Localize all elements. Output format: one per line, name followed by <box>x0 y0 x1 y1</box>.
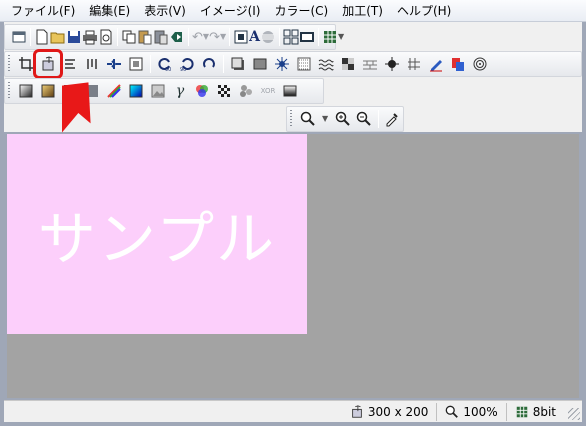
paste-new-icon[interactable] <box>153 26 169 48</box>
menu-file[interactable]: ファイル(F) <box>4 0 82 22</box>
toolbar-grip[interactable] <box>290 110 294 128</box>
color-toolbar: γ XOR <box>4 78 324 104</box>
redo-dropdown-icon[interactable]: ▼ <box>220 26 226 48</box>
zoom-icon[interactable] <box>297 108 318 130</box>
status-zoom: 100% <box>436 402 505 421</box>
image-size-value: 300 x 200 <box>367 404 429 419</box>
sample-image-text: サンプル <box>37 205 277 273</box>
separator <box>229 28 231 46</box>
xor-icon[interactable]: XOR <box>257 80 279 102</box>
svg-text:90: 90 <box>165 67 171 72</box>
starburst-icon[interactable] <box>271 53 293 75</box>
rotate-icon[interactable] <box>198 53 220 75</box>
print-icon[interactable] <box>82 26 98 48</box>
status-color-depth: 8bit <box>505 402 564 421</box>
filter-icon[interactable] <box>403 53 425 75</box>
sample-image: サンプル <box>7 134 307 334</box>
menu-color[interactable]: カラー(C) <box>267 0 335 22</box>
checker-icon[interactable] <box>213 80 235 102</box>
color-replace-icon[interactable] <box>447 53 469 75</box>
separator <box>318 28 319 46</box>
brick-icon[interactable] <box>359 53 381 75</box>
dots-icon[interactable] <box>235 80 257 102</box>
resize-icon <box>350 404 364 419</box>
menu-bar: ファイル(F) 編集(E) 表示(V) イメージ(I) カラー(C) 加工(T)… <box>0 0 586 22</box>
zoom-in-icon[interactable] <box>332 108 353 130</box>
gradient-bar-icon[interactable] <box>279 80 301 102</box>
capture-icon[interactable] <box>169 26 185 48</box>
undo-icon[interactable]: ↶ <box>192 26 203 48</box>
grid-layout-icon[interactable] <box>283 26 299 48</box>
separator <box>223 55 224 73</box>
paste-icon[interactable] <box>137 26 153 48</box>
status-bar: 300 x 200 100% 8bit <box>4 400 582 422</box>
merge-icon[interactable] <box>103 53 125 75</box>
redo-icon[interactable]: ↷ <box>209 26 220 48</box>
lines-icon[interactable] <box>260 26 276 48</box>
separator <box>30 28 31 46</box>
flip-horizontal-icon[interactable] <box>59 53 81 75</box>
color-depth-value: 8bit <box>532 404 556 419</box>
save-icon[interactable] <box>66 26 82 48</box>
zoom-out-icon[interactable] <box>353 108 374 130</box>
shadow-icon[interactable] <box>227 53 249 75</box>
menu-image[interactable]: イメージ(I) <box>193 0 268 22</box>
palette-grid-icon[interactable] <box>322 26 338 48</box>
toolbar-grip[interactable] <box>8 82 12 100</box>
palette-grid-icon <box>515 405 529 419</box>
menu-edit[interactable]: 編集(E) <box>82 0 137 22</box>
standard-toolbar: ↶ ▼ ↷ ▼ A ▼ <box>4 24 344 50</box>
rotate-right-90-icon[interactable]: 90 <box>176 53 198 75</box>
zoom-icon <box>445 405 459 419</box>
copy-icon[interactable] <box>121 26 137 48</box>
zoom-toolbar: ▼ <box>286 106 404 132</box>
separator <box>117 28 118 46</box>
open-folder-icon[interactable] <box>50 26 66 48</box>
frame-icon[interactable] <box>125 53 147 75</box>
zoom-value: 100% <box>463 404 498 419</box>
noise-icon[interactable] <box>293 53 315 75</box>
separator <box>188 28 189 46</box>
palette-dropdown-icon[interactable]: ▼ <box>338 26 344 48</box>
wave-icon[interactable] <box>315 53 337 75</box>
status-image-size: 300 x 200 <box>342 403 437 421</box>
svg-text:90: 90 <box>180 67 186 72</box>
color-wheel-icon[interactable] <box>191 80 213 102</box>
xor-label: XOR <box>260 86 276 95</box>
new-file-icon[interactable] <box>34 26 50 48</box>
gradient-sepia-icon[interactable] <box>37 80 59 102</box>
fit-window-icon[interactable] <box>233 26 249 48</box>
separator <box>150 55 151 73</box>
zoom-dropdown-icon[interactable]: ▼ <box>318 108 332 130</box>
annotation-arrow <box>62 82 91 138</box>
image-workspace[interactable]: サンプル <box>7 134 579 398</box>
eyedropper-icon[interactable] <box>382 108 403 130</box>
rotate-left-90-icon[interactable]: 90 <box>154 53 176 75</box>
gamma-icon[interactable]: γ <box>169 80 191 102</box>
toolbar-grip[interactable] <box>8 55 12 73</box>
spray-icon[interactable] <box>381 53 403 75</box>
menu-view[interactable]: 表示(V) <box>137 0 193 22</box>
bevel-icon[interactable] <box>249 53 271 75</box>
text-tool-icon[interactable]: A <box>249 26 260 48</box>
resize-icon[interactable] <box>33 49 63 79</box>
separator <box>279 28 280 46</box>
menu-help[interactable]: ヘルプ(H) <box>390 0 458 22</box>
mosaic-icon[interactable] <box>337 53 359 75</box>
pen-icon[interactable] <box>425 53 447 75</box>
resize-grip[interactable] <box>568 408 580 420</box>
image-toolbar: 90 90 <box>4 49 582 79</box>
spiral-icon[interactable] <box>469 53 491 75</box>
film-icon[interactable] <box>299 26 315 48</box>
trim-icon[interactable] <box>15 53 37 75</box>
new-window-icon[interactable] <box>11 26 27 48</box>
gradient-gray-icon[interactable] <box>15 80 37 102</box>
flip-vertical-icon[interactable] <box>81 53 103 75</box>
separator <box>377 110 379 128</box>
print-preview-icon[interactable] <box>98 26 114 48</box>
menu-tools[interactable]: 加工(T) <box>335 0 390 22</box>
